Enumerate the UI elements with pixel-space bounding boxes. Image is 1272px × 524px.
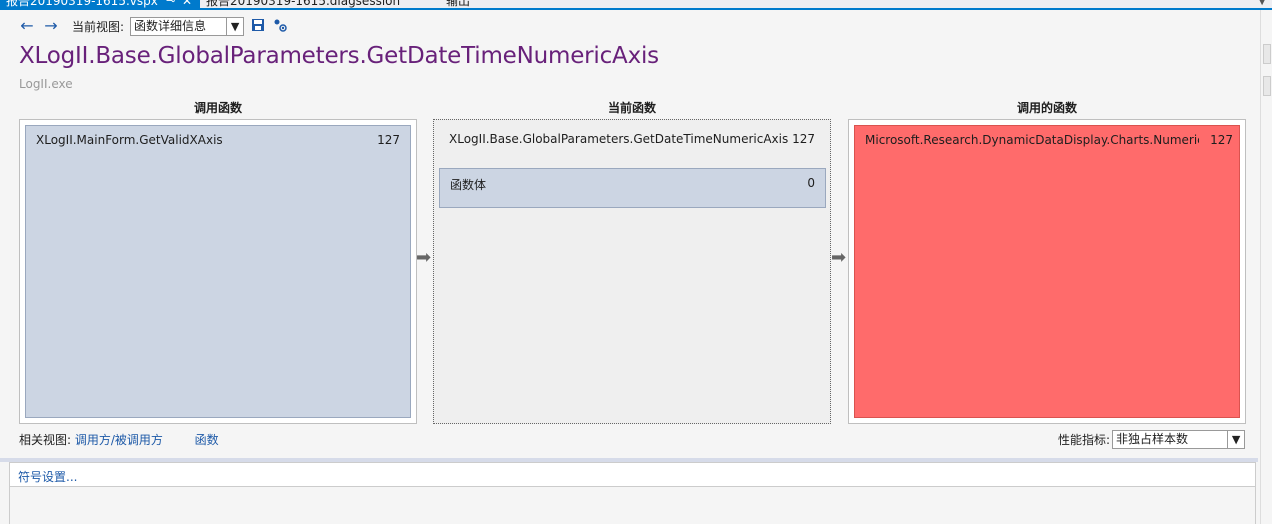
callees-panel: Microsoft.Research.DynamicDataDisplay.Ch… <box>848 119 1246 424</box>
perf-metric: 性能指标: 非独占样本数 ▼ <box>1058 430 1246 449</box>
perf-metric-label: 性能指标: <box>1058 433 1111 447</box>
document-tab-strip: 报告20190319-1615.vspx ⊸ ✕ 报告20190319-1615… <box>0 0 1272 10</box>
tab-vspx-report[interactable]: 报告20190319-1615.vspx ⊸ ✕ <box>0 0 200 8</box>
tab-label: 报告20190319-1615.vspx <box>6 0 158 8</box>
tab-label: 输出 <box>446 0 471 8</box>
perf-metric-value: 非独占样本数 <box>1116 432 1189 446</box>
callee-function-box[interactable]: Microsoft.Research.DynamicDataDisplay.Ch… <box>854 125 1240 418</box>
side-scrollbar[interactable] <box>1260 10 1272 524</box>
flow-arrow-icon: ➡ <box>831 247 847 268</box>
chevron-down-icon[interactable]: ▼ <box>1227 431 1244 448</box>
caller-function-box[interactable]: XLogII.MainForm.GetValidXAxis 127 <box>25 125 411 418</box>
function-body-box[interactable]: 函数体 0 <box>439 168 826 208</box>
symbol-settings-bar: 符号设置... <box>9 462 1256 487</box>
related-views: 相关视图: 调用方/被调用方 函数 <box>19 431 219 448</box>
tab-output[interactable]: 输出 <box>440 0 500 8</box>
callees-header: 调用的函数 <box>1016 101 1077 115</box>
bottom-pane <box>9 487 1256 524</box>
save-icon[interactable] <box>250 18 266 34</box>
callee-function-name: Microsoft.Research.DynamicDataDisplay.Ch… <box>865 133 1199 147</box>
caller-function-name: XLogII.MainForm.GetValidXAxis <box>36 133 223 147</box>
scroll-marker <box>1263 76 1271 96</box>
tab-diagsession[interactable]: 报告20190319-1615.diagsession <box>200 0 420 8</box>
current-view-label: 当前视图: <box>72 19 125 34</box>
scroll-marker <box>1263 44 1271 64</box>
caller-function-count: 127 <box>377 133 400 147</box>
back-arrow-icon[interactable]: ← <box>18 17 36 35</box>
forward-arrow-icon[interactable]: → <box>42 17 60 35</box>
current-function-row: XLogII.Base.GlobalParameters.GetDateTime… <box>439 125 825 155</box>
current-view-select[interactable]: 函数详细信息 ▼ <box>130 16 245 36</box>
functions-link[interactable]: 函数 <box>195 433 219 447</box>
toolbar: ← → 当前视图: 函数详细信息 ▼ <box>0 12 1258 40</box>
current-function-count: 127 <box>792 132 815 146</box>
share-icon[interactable] <box>272 18 288 34</box>
process-name: LogII.exe <box>19 77 73 91</box>
function-body-label: 函数体 <box>450 178 487 192</box>
tab-label: 报告20190319-1615.diagsession <box>206 0 401 8</box>
current-view-value: 函数详细信息 <box>134 18 207 33</box>
related-views-label: 相关视图: <box>19 433 72 447</box>
callee-function-count: 127 <box>1210 133 1233 147</box>
perf-metric-select[interactable]: 非独占样本数 ▼ <box>1112 430 1246 449</box>
flow-arrow-icon: ➡ <box>416 247 432 268</box>
close-icon[interactable]: ✕ <box>182 0 192 8</box>
current-function-panel: XLogII.Base.GlobalParameters.GetDateTime… <box>433 119 831 424</box>
symbol-settings-link[interactable]: 符号设置... <box>18 468 77 485</box>
page-title: XLogII.Base.GlobalParameters.GetDateTime… <box>19 43 659 69</box>
callers-header: 调用函数 <box>193 101 242 115</box>
callers-panel: XLogII.MainForm.GetValidXAxis 127 <box>19 119 417 424</box>
tab-overflow-chevron-down-icon[interactable]: ▼ <box>1258 0 1266 7</box>
current-header: 当前函数 <box>607 101 656 115</box>
caller-callee-link[interactable]: 调用方/被调用方 <box>75 433 163 447</box>
chevron-down-icon[interactable]: ▼ <box>226 17 243 35</box>
pin-icon[interactable]: ⊸ <box>166 0 175 8</box>
function-body-count: 0 <box>807 176 815 190</box>
current-function-name: XLogII.Base.GlobalParameters.GetDateTime… <box>449 132 789 146</box>
